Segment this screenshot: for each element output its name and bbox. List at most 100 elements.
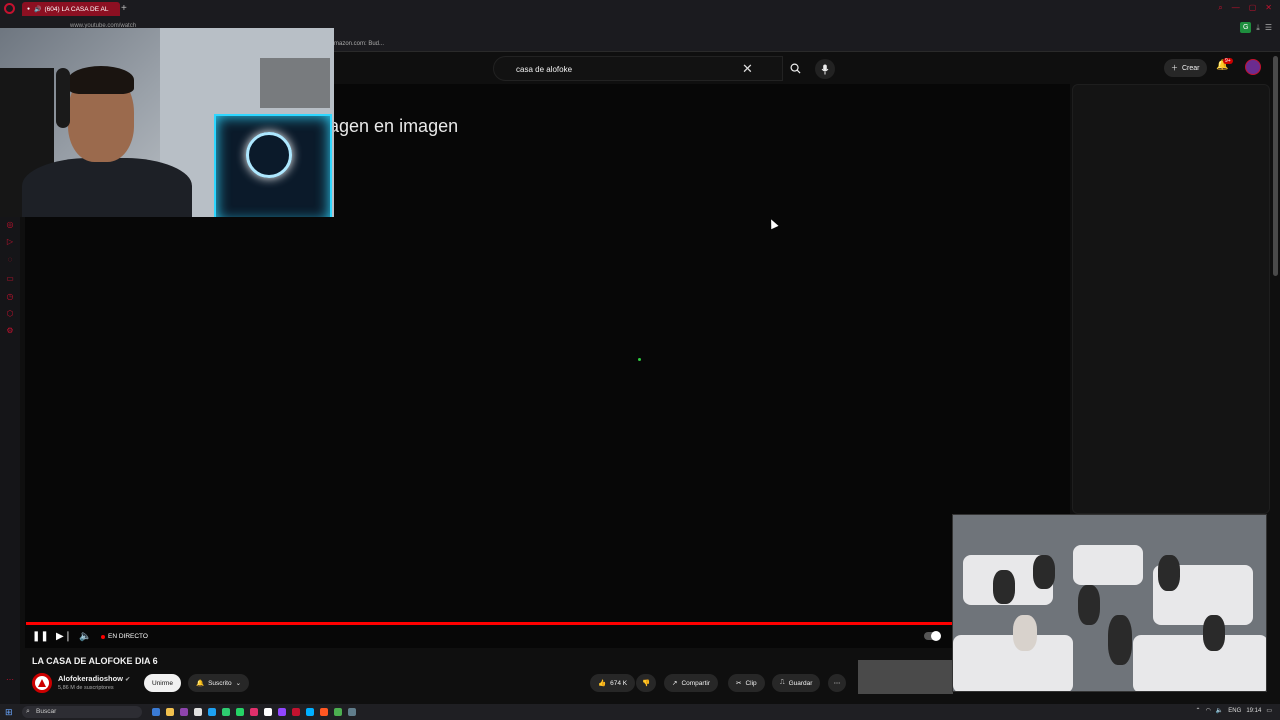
screen: ● 🔊 (604) LA CASA DE AL + ⌕ — ▢ ✕ www.yo… <box>0 0 1280 720</box>
taskbar-app-icon[interactable] <box>334 708 342 716</box>
more-actions-button[interactable]: ⋯ <box>828 674 846 692</box>
search-input[interactable]: casa de alofoke ✕ <box>493 56 783 81</box>
taskbar-app-icon[interactable] <box>194 708 202 716</box>
dislike-button[interactable]: 👎 <box>636 674 656 692</box>
sidebar-ai-icon[interactable]: ◎ <box>5 220 15 230</box>
webcam-headset <box>56 68 70 128</box>
thumbs-up-icon: 👍 <box>598 680 607 687</box>
search-button[interactable] <box>783 56 807 81</box>
save-button[interactable]: ⎍ Guardar <box>772 674 821 692</box>
tab-recording-icon: ● <box>27 6 31 12</box>
sidebar-extensions-icon[interactable]: ⬡ <box>5 309 15 319</box>
notification-count-badge: 9+ <box>1223 58 1233 64</box>
volume-button[interactable]: 🔈 <box>79 630 91 644</box>
opera-logo-icon[interactable] <box>4 3 15 14</box>
share-button[interactable]: ↗ Compartir <box>664 674 718 692</box>
extension-g-icon[interactable]: G <box>1240 22 1252 33</box>
speaker-icon[interactable]: 🔈 <box>1216 707 1223 714</box>
mini-player-video[interactable] <box>952 514 1267 692</box>
sidebar-history-icon[interactable]: ◷ <box>5 292 15 302</box>
streamer-webcam-overlay <box>0 28 334 217</box>
scene-person <box>1013 615 1037 651</box>
chevron-down-icon: ⌄ <box>235 680 242 687</box>
search-value: casa de alofoke <box>516 65 573 74</box>
sidebar-play-icon[interactable]: ▷ <box>5 237 15 247</box>
start-menu-icon[interactable]: ⊞ <box>5 707 13 718</box>
verified-icon: ✔ <box>125 677 131 683</box>
taskbar-app-icon[interactable] <box>180 708 188 716</box>
webcam-pc-case <box>214 114 332 217</box>
plus-icon: ＋ <box>1171 65 1178 72</box>
clear-search-icon[interactable]: ✕ <box>742 62 753 75</box>
maximize-button[interactable]: ▢ <box>1249 3 1257 13</box>
taskbar-apps <box>152 708 356 716</box>
save-label: Guardar <box>788 679 813 687</box>
search-tabs-icon[interactable]: ⌕ <box>1218 3 1222 13</box>
taskbar-app-icon[interactable] <box>348 708 356 716</box>
taskbar-app-icon[interactable] <box>278 708 286 716</box>
page-scrollbar[interactable] <box>1273 56 1278 276</box>
close-window-button[interactable]: ✕ <box>1265 3 1272 13</box>
channel-name-text: Alofokeradioshow <box>58 674 124 683</box>
like-count: 674 K <box>610 679 628 687</box>
menu-icon[interactable]: ☰ <box>1265 23 1272 32</box>
tab-title: (604) LA CASA DE AL <box>44 5 109 13</box>
taskbar-app-icon[interactable] <box>208 708 216 716</box>
language-indicator[interactable]: ENG <box>1228 708 1241 714</box>
taskbar-search[interactable]: ⌕ Buscar <box>22 706 142 718</box>
taskbar-app-icon[interactable] <box>264 708 272 716</box>
clip-label: Clip <box>745 679 757 687</box>
taskbar-app-icon[interactable] <box>320 708 328 716</box>
scene-person <box>1033 555 1055 589</box>
taskbar-app-icon[interactable] <box>306 708 314 716</box>
windows-taskbar: ⊞ ⌕ Buscar ⌃ ◠ 🔈 ENG 19:14 ▭ <box>0 704 1280 720</box>
window-controls: ⌕ — ▢ ✕ <box>1218 3 1272 13</box>
new-tab-button[interactable]: + <box>121 3 127 15</box>
channel-avatar[interactable] <box>32 673 52 693</box>
taskbar-app-icon[interactable] <box>152 708 160 716</box>
scene-person <box>1108 615 1132 665</box>
minimize-button[interactable]: — <box>1232 3 1240 13</box>
sidebar-settings-icon[interactable]: ⚙ <box>5 326 15 336</box>
account-avatar[interactable] <box>1245 59 1261 75</box>
network-icon[interactable]: ◠ <box>1206 707 1211 714</box>
sidebar-wallet-icon[interactable]: ▭ <box>5 274 15 284</box>
live-indicator[interactable]: EN DIRECTO <box>101 633 148 640</box>
voice-search-button[interactable] <box>815 59 835 79</box>
clip-button[interactable]: ✂ Clip <box>728 674 765 692</box>
next-button[interactable]: ▶❘ <box>56 630 72 644</box>
taskbar-app-icon[interactable] <box>236 708 244 716</box>
webcam-shelf <box>260 58 330 108</box>
download-icon[interactable]: ⤓ <box>1256 23 1260 33</box>
taskbar-app-icon[interactable] <box>292 708 300 716</box>
sidebar-more-icon[interactable]: ⋯ <box>5 675 15 685</box>
scene-bed <box>1073 545 1143 585</box>
live-label: EN DIRECTO <box>108 633 148 640</box>
like-button[interactable]: 👍 674 K <box>590 674 636 692</box>
progress-bar[interactable] <box>26 622 952 625</box>
subscribed-button[interactable]: 🔔 Suscrito ⌄ <box>188 674 250 692</box>
player-controls: ❚❚ ▶❘ 🔈 EN DIRECTO <box>26 628 952 646</box>
tab-audio-icon[interactable]: 🔊 <box>34 6 41 13</box>
pause-button[interactable]: ❚❚ <box>32 630 49 644</box>
taskbar-app-icon[interactable] <box>222 708 230 716</box>
autoplay-toggle[interactable] <box>924 631 941 641</box>
sidebar-whatsapp-icon[interactable]: ◌ <box>5 255 15 265</box>
create-button[interactable]: ＋ Crear <box>1164 59 1207 77</box>
channel-name[interactable]: Alofokeradioshow ✔ <box>58 674 130 683</box>
browser-tab[interactable]: ● 🔊 (604) LA CASA DE AL <box>22 2 120 16</box>
chevron-up-icon[interactable]: ⌃ <box>1196 707 1201 714</box>
live-chat-panel <box>1072 84 1270 514</box>
bookmark-amazon[interactable]: mazon.com: Bud... <box>334 41 384 47</box>
clock[interactable]: 19:14 <box>1246 708 1261 714</box>
scene-person <box>993 570 1015 604</box>
taskbar-app-icon[interactable] <box>250 708 258 716</box>
taskbar-app-icon[interactable] <box>166 708 174 716</box>
notification-center-icon[interactable]: ▭ <box>1266 707 1272 714</box>
bell-icon: 🔔 <box>196 680 205 687</box>
suggested-video-thumbnail[interactable] <box>858 660 953 694</box>
join-button[interactable]: Unirme <box>144 674 181 692</box>
webcam-person-body <box>22 158 192 217</box>
thumbs-down-icon: 👎 <box>641 680 651 687</box>
scene-person <box>1203 615 1225 651</box>
